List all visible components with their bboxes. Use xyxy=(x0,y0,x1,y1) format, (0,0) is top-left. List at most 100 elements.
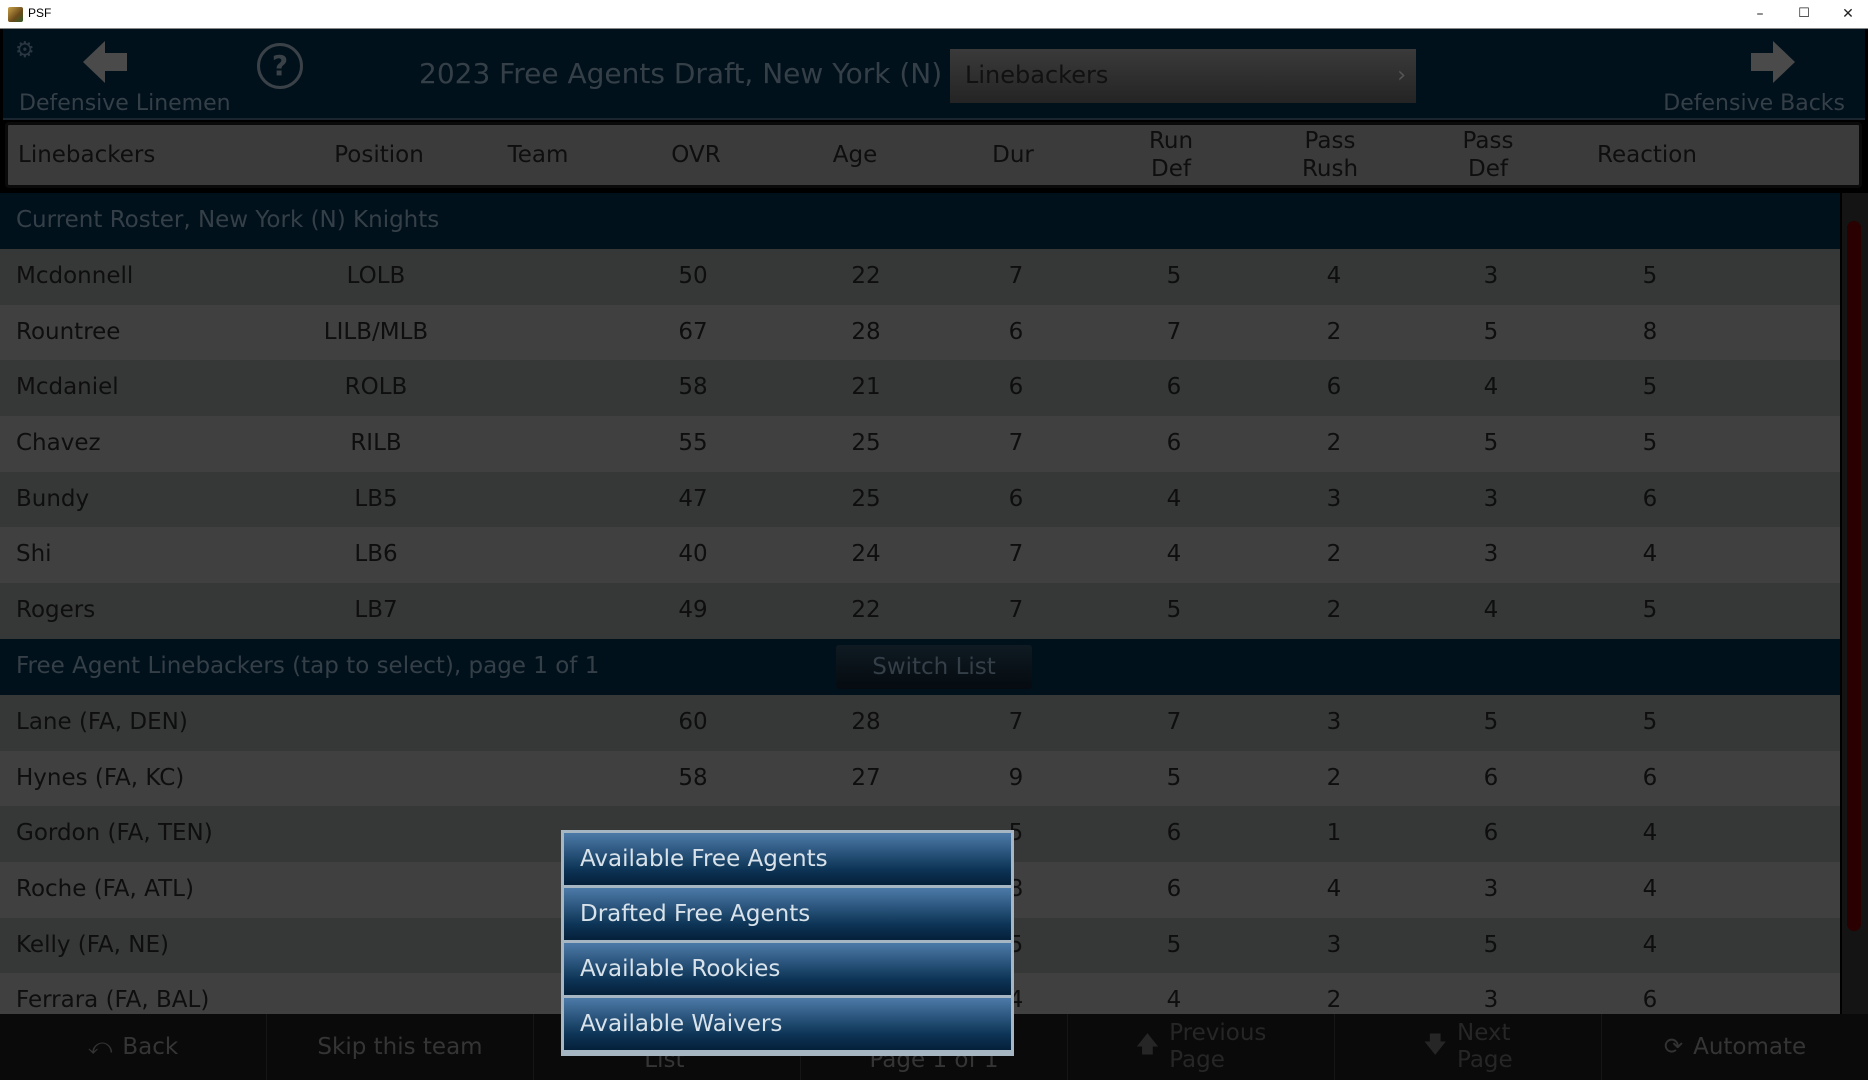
skip-team-button[interactable]: Skip this team xyxy=(267,1014,534,1080)
menu-item-available-waivers[interactable]: Available Waivers xyxy=(564,998,1011,1050)
cell-pass-rush: 3 xyxy=(1326,485,1342,512)
player-name: Shi xyxy=(16,541,52,568)
column-header-pass-def[interactable]: Pass Def xyxy=(1463,125,1514,185)
player-row[interactable]: Mcdonnell LOLB 50 22 7 5 4 3 5 xyxy=(0,249,1840,305)
cell-run-def: 5 xyxy=(1166,263,1182,289)
cell-age: 24 xyxy=(851,541,881,568)
cell-pass-def: 3 xyxy=(1483,541,1499,568)
skip-team-label: Skip this team xyxy=(317,1034,483,1060)
cell-pass-rush: 2 xyxy=(1326,318,1342,345)
player-name: Lane (FA, DEN) xyxy=(16,708,188,735)
column-header-age[interactable]: Age xyxy=(833,125,877,185)
cell-dur: 7 xyxy=(1008,541,1024,568)
close-button[interactable]: ✕ xyxy=(1826,0,1868,28)
back-button[interactable]: ⤺ Back xyxy=(0,1014,267,1080)
player-row[interactable]: Shi LB6 40 24 7 4 2 3 4 xyxy=(0,527,1840,584)
previous-position-label: Defensive Linemen xyxy=(19,91,231,116)
cell-reaction: 4 xyxy=(1642,541,1658,568)
menu-item-drafted-free-agents[interactable]: Drafted Free Agents xyxy=(564,888,1011,940)
column-header-ovr[interactable]: OVR xyxy=(671,125,720,185)
refresh-icon: ⟳ xyxy=(1663,1034,1684,1060)
scrollbar-thumb[interactable] xyxy=(1847,221,1861,931)
next-page-line1: Next xyxy=(1456,1020,1511,1046)
cell-position: LILB/MLB xyxy=(323,318,429,345)
cell-position: LB7 xyxy=(354,597,398,624)
cell-pass-rush: 2 xyxy=(1326,764,1342,791)
player-name: Gordon (FA, TEN) xyxy=(16,820,213,847)
player-row[interactable]: Bundy LB5 47 25 6 4 3 3 6 xyxy=(0,471,1840,528)
player-name: Mcdaniel xyxy=(16,374,119,401)
cell-reaction: 4 xyxy=(1642,820,1658,847)
cell-pass-def: 5 xyxy=(1483,931,1499,958)
menu-item-available-free-agents[interactable]: Available Free Agents xyxy=(564,833,1011,885)
cell-ovr: 40 xyxy=(678,541,708,568)
previous-page-line1: Previous xyxy=(1169,1020,1267,1046)
cell-pass-def: 6 xyxy=(1483,764,1499,791)
cell-dur: 9 xyxy=(1008,764,1024,791)
position-select[interactable]: Linebackers › xyxy=(950,49,1416,103)
cell-pass-rush: 3 xyxy=(1326,931,1342,958)
player-row[interactable]: Chavez RILB 55 25 7 6 2 5 5 xyxy=(0,416,1840,472)
player-name: Rogers xyxy=(16,597,96,624)
cell-age: 27 xyxy=(851,764,881,791)
player-row[interactable]: Rogers LB7 49 22 7 5 2 4 5 xyxy=(0,583,1840,639)
cell-reaction: 6 xyxy=(1642,485,1658,512)
position-select-value: Linebackers xyxy=(965,61,1109,89)
next-page-button[interactable]: 🡇 Next Page xyxy=(1335,1014,1602,1080)
switch-list-button[interactable]: Switch List xyxy=(836,644,1032,689)
cell-position: LB5 xyxy=(354,485,398,512)
previous-page-button[interactable]: 🡅 Previous Page xyxy=(1068,1014,1335,1080)
player-name: Kelly (FA, NE) xyxy=(16,931,169,958)
cell-age: 22 xyxy=(851,597,881,624)
player-row[interactable]: Mcdaniel ROLB 58 21 6 6 6 4 5 xyxy=(0,360,1840,417)
player-name: Hynes (FA, KC) xyxy=(16,764,185,791)
cell-dur: 6 xyxy=(1008,318,1024,345)
help-icon[interactable]: ? xyxy=(257,43,303,89)
roster-section-header: Current Roster, New York (N) Knights xyxy=(0,193,1840,249)
cell-age: 28 xyxy=(851,318,881,345)
cell-age: 25 xyxy=(851,430,881,457)
player-row[interactable]: Hynes (FA, KC) 58 27 9 5 2 6 6 xyxy=(0,750,1840,807)
window-title: PSF xyxy=(28,6,52,20)
cell-run-def: 6 xyxy=(1166,430,1182,457)
minimize-button[interactable]: – xyxy=(1738,0,1782,28)
cell-pass-def: 5 xyxy=(1483,318,1499,345)
cell-reaction: 8 xyxy=(1642,318,1658,345)
roster-heading: Current Roster, New York (N) Knights xyxy=(16,207,440,233)
automate-button[interactable]: ⟳ Automate xyxy=(1602,1014,1868,1080)
arrow-left-icon xyxy=(83,41,127,83)
cell-ovr: 49 xyxy=(678,597,708,624)
cell-pass-def: 4 xyxy=(1483,374,1499,401)
previous-position-button[interactable]: Defensive Linemen xyxy=(17,37,231,117)
column-header-dur[interactable]: Dur xyxy=(992,125,1034,185)
cell-pass-def: 4 xyxy=(1483,597,1499,624)
next-position-button[interactable]: Defensive Backs xyxy=(1645,37,1845,117)
top-navigation-bar: ⚙ Defensive Linemen ? 2023 Free Agents D… xyxy=(3,29,1865,120)
column-header-team[interactable]: Team xyxy=(508,125,569,185)
cell-ovr: 60 xyxy=(678,708,708,735)
menu-item-available-rookies[interactable]: Available Rookies xyxy=(564,943,1011,995)
arrow-up-icon: 🡅 xyxy=(1135,1031,1160,1058)
column-header-name[interactable]: Linebackers xyxy=(18,125,155,185)
column-header-position[interactable]: Position xyxy=(334,125,424,185)
cell-pass-rush: 4 xyxy=(1326,263,1342,289)
cell-age: 28 xyxy=(851,708,881,735)
cell-pass-def: 3 xyxy=(1483,875,1499,902)
cell-run-def: 7 xyxy=(1166,708,1182,735)
cell-run-def: 6 xyxy=(1166,875,1182,902)
player-name: Mcdonnell xyxy=(16,263,134,289)
cell-reaction: 4 xyxy=(1642,931,1658,958)
column-header-run-def[interactable]: Run Def xyxy=(1149,125,1193,185)
cell-position: RILB xyxy=(350,430,402,457)
previous-page-line2: Page xyxy=(1169,1047,1225,1073)
column-header-pass-rush[interactable]: Pass Rush xyxy=(1302,125,1358,185)
cell-pass-rush: 6 xyxy=(1326,374,1342,401)
player-row[interactable]: Lane (FA, DEN) 60 28 7 7 3 5 5 xyxy=(0,694,1840,751)
maximize-button[interactable]: ☐ xyxy=(1782,0,1826,28)
cell-run-def: 4 xyxy=(1166,485,1182,512)
cell-dur: 7 xyxy=(1008,263,1024,289)
player-row[interactable]: Rountree LILB/MLB 67 28 6 7 2 5 8 xyxy=(0,304,1840,361)
column-header-reaction[interactable]: Reaction xyxy=(1597,125,1697,185)
cell-pass-def: 5 xyxy=(1483,430,1499,457)
free-agent-heading: Free Agent Linebackers (tap to select), … xyxy=(16,652,600,679)
